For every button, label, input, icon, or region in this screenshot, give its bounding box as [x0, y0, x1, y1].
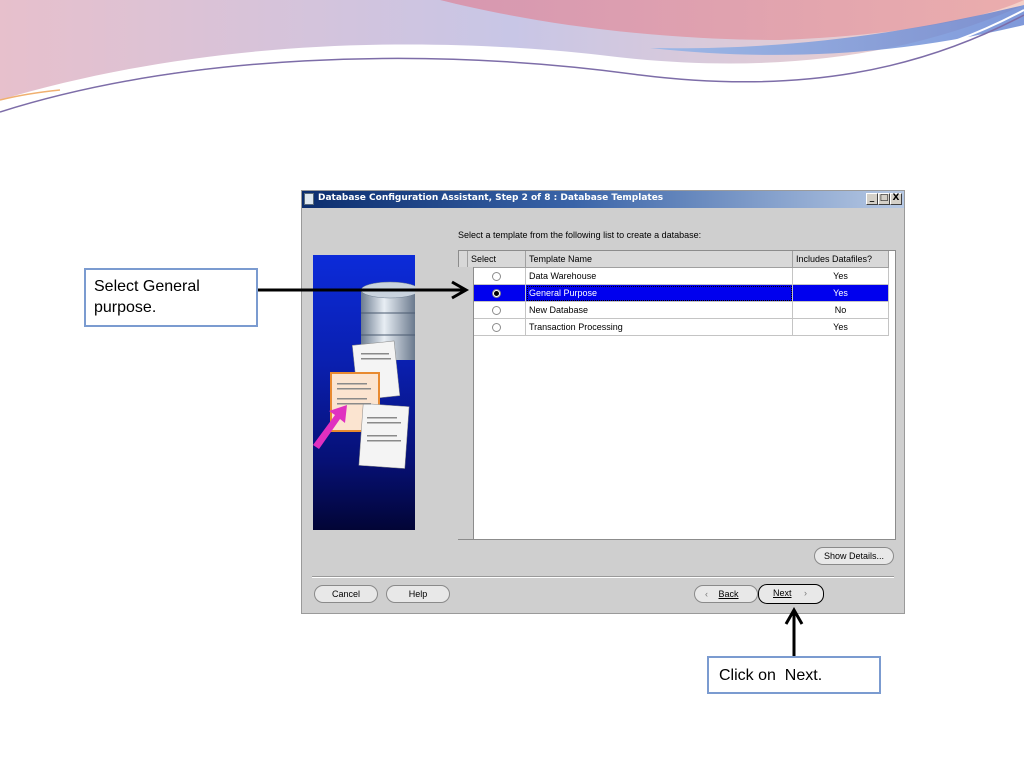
- arrow-to-next-button-icon: [784, 606, 804, 656]
- template-name-cell[interactable]: Transaction Processing: [525, 318, 793, 336]
- callout-click-next: Click on Next.: [707, 656, 881, 694]
- template-radio-button[interactable]: [492, 323, 501, 333]
- select-cell[interactable]: [467, 318, 526, 336]
- includes-datafiles-cell[interactable]: Yes: [792, 318, 889, 336]
- next-button-label: Next: [773, 588, 792, 598]
- header-swoosh-decoration: [0, 0, 1024, 113]
- templates-table: Select Template Name Includes Datafiles?…: [459, 251, 889, 336]
- select-cell[interactable]: [467, 284, 526, 302]
- instruction-text: Select a template from the following lis…: [458, 230, 702, 240]
- close-icon[interactable]: X: [890, 193, 902, 205]
- includes-datafiles-cell[interactable]: No: [792, 301, 889, 319]
- database-illustration: [313, 255, 415, 530]
- next-arrow-icon: ›: [804, 588, 808, 598]
- maximize-icon[interactable]: □: [878, 193, 890, 205]
- template-name-cell[interactable]: Data Warehouse: [525, 267, 793, 285]
- next-button[interactable]: Next ›: [758, 584, 824, 604]
- minimize-icon[interactable]: _: [866, 193, 878, 205]
- template-radio-button[interactable]: [492, 306, 501, 316]
- table-row[interactable]: Transaction Processing Yes: [459, 318, 889, 336]
- callout-select-general-purpose: Select General purpose.: [84, 268, 258, 327]
- column-header-includes-datafiles[interactable]: Includes Datafiles?: [792, 251, 889, 268]
- table-row-selected[interactable]: General Purpose Yes: [459, 284, 889, 302]
- app-window-icon: [304, 193, 314, 205]
- column-header-select[interactable]: Select: [467, 251, 526, 268]
- dialog-title-bar[interactable]: Database Configuration Assistant, Step 2…: [302, 191, 904, 208]
- help-button[interactable]: Help: [386, 585, 450, 603]
- table-row[interactable]: Data Warehouse Yes: [459, 267, 889, 285]
- table-header-row: Select Template Name Includes Datafiles?: [459, 251, 889, 268]
- button-bar-separator: [312, 576, 894, 578]
- templates-table-panel: Select Template Name Includes Datafiles?…: [458, 250, 896, 540]
- dbca-dialog-window: Database Configuration Assistant, Step 2…: [301, 190, 905, 614]
- column-header-template-name[interactable]: Template Name: [525, 251, 793, 268]
- dialog-title: Database Configuration Assistant, Step 2…: [318, 193, 664, 203]
- table-row[interactable]: New Database No: [459, 301, 889, 319]
- template-radio-button[interactable]: [492, 272, 501, 282]
- database-documents-icon: [313, 281, 415, 469]
- select-cell[interactable]: [467, 267, 526, 285]
- includes-datafiles-cell[interactable]: Yes: [792, 284, 889, 302]
- template-radio-button-selected[interactable]: [492, 289, 501, 299]
- show-details-button[interactable]: Show Details...: [814, 547, 894, 565]
- template-name-cell[interactable]: New Database: [525, 301, 793, 319]
- back-arrow-icon: ‹: [705, 589, 708, 599]
- select-cell[interactable]: [467, 301, 526, 319]
- row-header-corner: [459, 251, 468, 268]
- table-empty-gutter: [458, 267, 474, 539]
- back-button[interactable]: ‹ Back: [694, 585, 758, 603]
- cancel-button[interactable]: Cancel: [314, 585, 378, 603]
- includes-datafiles-cell[interactable]: Yes: [792, 267, 889, 285]
- template-name-cell[interactable]: General Purpose: [525, 284, 793, 302]
- back-button-label: Back: [718, 589, 739, 599]
